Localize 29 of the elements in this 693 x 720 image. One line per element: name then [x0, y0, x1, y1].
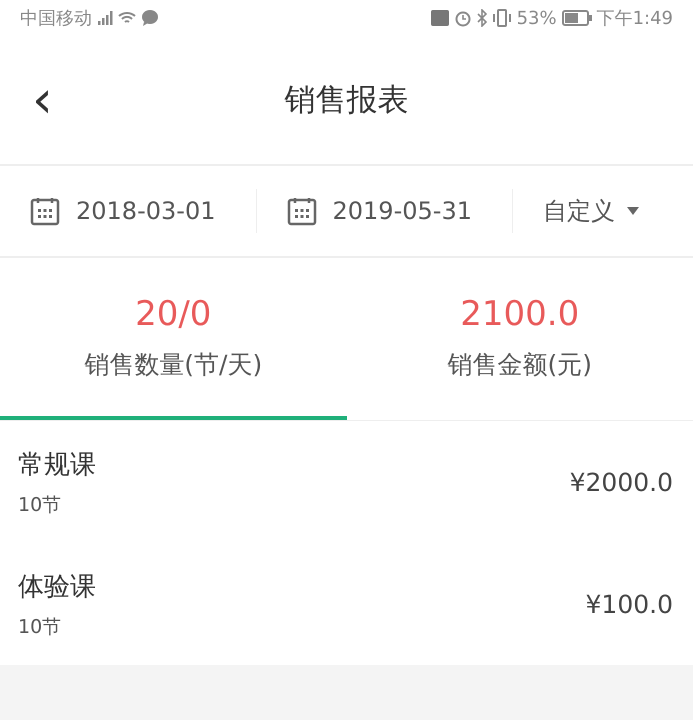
alarm-icon [454, 9, 472, 27]
stat-value: 20/0 [135, 294, 212, 334]
stat-label: 销售金额(元) [447, 348, 592, 380]
wifi-icon [118, 11, 136, 25]
start-date[interactable]: 2018-03-01 [76, 197, 216, 225]
course-name: 体验课 [18, 570, 96, 604]
course-amount: ¥2000.0 [570, 468, 673, 496]
stat-value: 2100.0 [460, 294, 580, 334]
course-amount: ¥100.0 [586, 590, 673, 618]
calendar-icon[interactable] [30, 196, 60, 226]
course-name: 常规课 [18, 448, 96, 482]
end-date[interactable]: 2019-05-31 [332, 197, 472, 225]
lesson-count: 10节 [18, 492, 62, 518]
back-button[interactable]: ‹ [24, 74, 61, 126]
page-title: 销售报表 [284, 81, 408, 120]
stat-tab[interactable]: 2100.0 销售金额(元) [346, 258, 693, 420]
carrier-name: 中国移动 [20, 7, 92, 30]
signal-icon [97, 11, 113, 25]
caret-icon [627, 207, 639, 215]
chat-icon [141, 10, 159, 26]
lesson-count: 10节 [18, 614, 62, 640]
range-dropdown[interactable]: 自定义 [543, 195, 615, 227]
bluetooth-icon [476, 9, 487, 27]
calendar-icon[interactable] [286, 196, 316, 226]
vibrate-icon [492, 9, 512, 27]
stat-label: 销售数量(节/天) [84, 348, 262, 380]
clock-time: 下午1:49 [596, 7, 673, 30]
battery-icon [562, 10, 592, 26]
battery-percent: 53% [516, 8, 557, 28]
